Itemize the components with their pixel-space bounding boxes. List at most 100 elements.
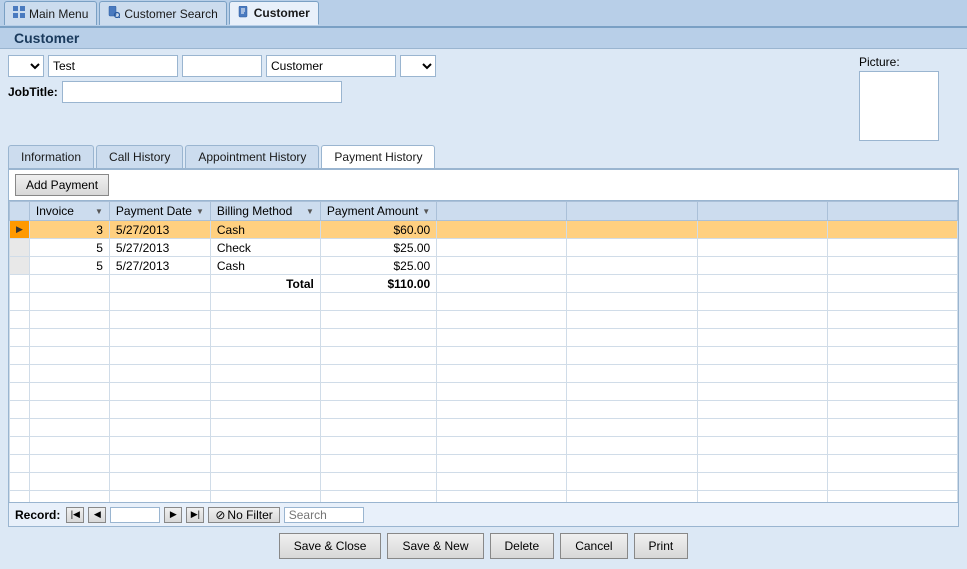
print-button[interactable]: Print (634, 533, 689, 559)
table-cell: $25.00 (320, 257, 436, 275)
table-row[interactable]: 55/27/2013Check$25.00 (10, 239, 958, 257)
tab-information[interactable]: Information (8, 145, 94, 168)
jobtitle-row: JobTitle: (8, 81, 853, 103)
nav-bar: Record: |◀ ◀ ▶ ▶| ⊘ No Filter (9, 502, 958, 526)
th-payment-date[interactable]: Payment Date ▼ (109, 202, 210, 221)
table-row-empty (10, 383, 958, 401)
table-row-empty (10, 365, 958, 383)
tab-appointment-history[interactable]: Appointment History (185, 145, 319, 168)
first-name-input[interactable] (48, 55, 178, 77)
nav-record-input[interactable] (110, 507, 160, 523)
jobtitle-label: JobTitle: (8, 85, 58, 99)
table-row-empty (10, 293, 958, 311)
tab-customer-search[interactable]: Customer Search (99, 1, 226, 25)
suffix-dropdown[interactable] (400, 55, 436, 77)
table-header-row: Invoice ▼ Payment Date ▼ (10, 202, 958, 221)
table-cell: 5 (29, 257, 109, 275)
tab-payment-history[interactable]: Payment History (321, 145, 435, 168)
tab-main-menu-label: Main Menu (29, 7, 88, 21)
tab-main-menu[interactable]: Main Menu (4, 1, 97, 25)
no-filter-label: No Filter (227, 508, 272, 522)
th-indicator (10, 202, 30, 221)
row-indicator (10, 239, 30, 257)
table-cell: 5/27/2013 (109, 257, 210, 275)
table-container: Add Payment Invoice ▼ (8, 169, 959, 527)
jobtitle-input[interactable] (62, 81, 342, 103)
table-cell: 5/27/2013 (109, 221, 210, 239)
paydate-sort-icon: ▼ (196, 207, 204, 216)
main-content: Customer JobTitle: Picture: (0, 28, 967, 569)
last-name-input[interactable] (266, 55, 396, 77)
row-indicator: ▶ (10, 221, 30, 239)
name-row (8, 55, 853, 77)
prefix-dropdown[interactable] (8, 55, 44, 77)
table-cell-empty (437, 221, 567, 239)
no-filter-button[interactable]: ⊘ No Filter (208, 507, 279, 523)
search-doc-icon (108, 6, 120, 21)
record-label: Record: (15, 508, 60, 522)
add-payment-button[interactable]: Add Payment (15, 174, 109, 196)
picture-frame (859, 71, 939, 141)
filter-icon: ⊘ (215, 508, 225, 522)
table-cell: Check (210, 239, 320, 257)
th-extra2 (567, 202, 697, 221)
table-row-empty (10, 455, 958, 473)
nav-last-button[interactable]: ▶| (186, 507, 204, 523)
th-invoice[interactable]: Invoice ▼ (29, 202, 109, 221)
save-new-button[interactable]: Save & New (387, 533, 483, 559)
th-billing-method[interactable]: Billing Method ▼ (210, 202, 320, 221)
nav-first-button[interactable]: |◀ (66, 507, 84, 523)
tab-customer-search-label: Customer Search (124, 7, 217, 21)
payment-table: Invoice ▼ Payment Date ▼ (9, 201, 958, 502)
search-input[interactable] (284, 507, 364, 523)
th-extra3 (697, 202, 827, 221)
table-row-empty (10, 401, 958, 419)
table-row[interactable]: 55/27/2013Cash$25.00 (10, 257, 958, 275)
table-cell: Cash (210, 257, 320, 275)
table-cell: $60.00 (320, 221, 436, 239)
tab-customer[interactable]: Customer (229, 1, 319, 25)
total-label: Total (210, 275, 320, 293)
table-cell-empty (437, 257, 567, 275)
table-cell-empty (567, 257, 697, 275)
picture-label: Picture: (859, 55, 900, 69)
table-cell-empty (697, 239, 827, 257)
bottom-bar: Save & Close Save & New Delete Cancel Pr… (8, 527, 959, 563)
delete-button[interactable]: Delete (490, 533, 555, 559)
middle-name-input[interactable] (182, 55, 262, 77)
table-row-empty (10, 329, 958, 347)
save-close-button[interactable]: Save & Close (279, 533, 382, 559)
tab-strip: Main Menu Customer Search Customer (0, 0, 967, 28)
table-cell-empty (697, 257, 827, 275)
table-cell-empty (697, 221, 827, 239)
table-cell-empty (827, 257, 957, 275)
picture-box: Picture: (859, 55, 959, 141)
customer-title: Customer (8, 27, 85, 49)
table-row-empty (10, 419, 958, 437)
table-row-empty (10, 437, 958, 455)
nav-next-button[interactable]: ▶ (164, 507, 182, 523)
th-payment-amount[interactable]: Payment Amount ▼ (320, 202, 436, 221)
doc-icon (238, 6, 250, 21)
table-cell-empty (437, 239, 567, 257)
table-cell-empty (567, 221, 697, 239)
table-total-row: Total$110.00 (10, 275, 958, 293)
tab-call-history[interactable]: Call History (96, 145, 183, 168)
billmethod-sort-icon: ▼ (306, 207, 314, 216)
row-indicator (10, 257, 30, 275)
table-cell-empty (827, 239, 957, 257)
table-cell: 5/27/2013 (109, 239, 210, 257)
payamount-sort-icon: ▼ (422, 207, 430, 216)
table-body: ▶35/27/2013Cash$60.0055/27/2013Check$25.… (10, 221, 958, 503)
table-row-empty (10, 311, 958, 329)
cancel-button[interactable]: Cancel (560, 533, 627, 559)
nav-prev-button[interactable]: ◀ (88, 507, 106, 523)
table-cell: 5 (29, 239, 109, 257)
data-grid[interactable]: Invoice ▼ Payment Date ▼ (9, 200, 958, 502)
table-cell-empty (827, 221, 957, 239)
table-cell: Cash (210, 221, 320, 239)
table-row[interactable]: ▶35/27/2013Cash$60.00 (10, 221, 958, 239)
th-extra4 (827, 202, 957, 221)
table-cell-empty (567, 239, 697, 257)
table-cell: 3 (29, 221, 109, 239)
